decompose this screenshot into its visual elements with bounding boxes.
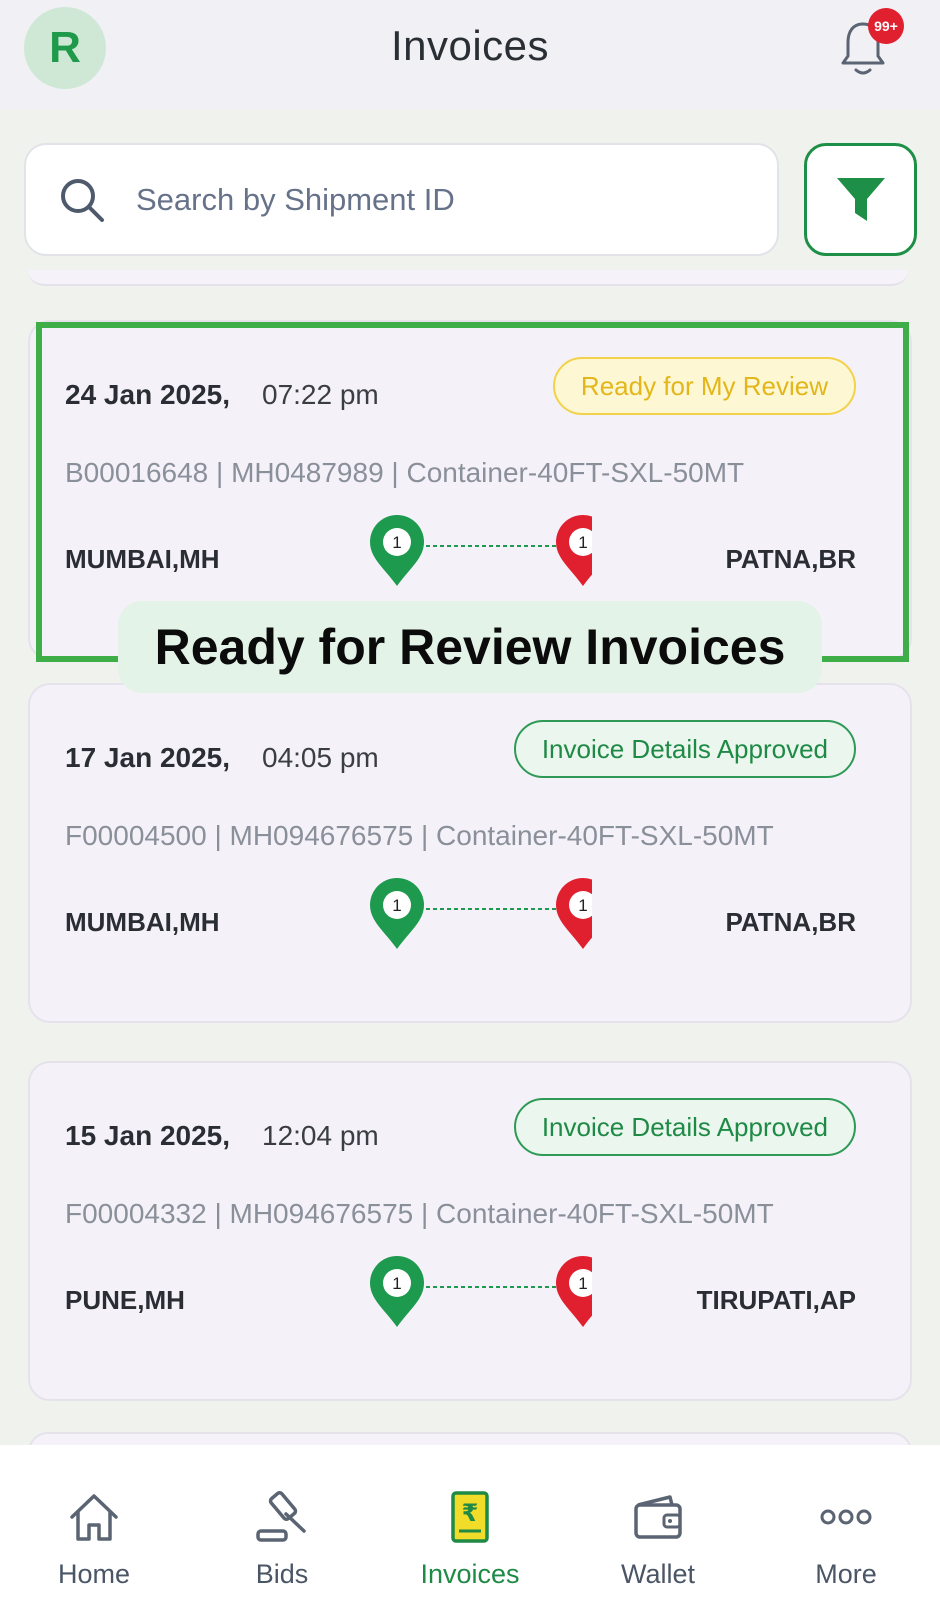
search-icon xyxy=(61,178,104,222)
invoice-time: 04:05 pm xyxy=(262,742,379,773)
filter-icon xyxy=(836,177,885,221)
invoice-date: 17 Jan 2025, xyxy=(65,742,231,773)
origin-pin-icon: 1 xyxy=(370,1256,424,1327)
status-badge: Invoice Details Approved xyxy=(513,720,856,778)
more-icon xyxy=(820,1509,872,1525)
svg-text:1: 1 xyxy=(578,533,587,552)
page-title: Invoices xyxy=(390,22,550,69)
invoice-meta: F00004500 | MH094676575 | Container-40FT… xyxy=(65,820,774,851)
nav-label: Invoices xyxy=(420,1559,520,1589)
svg-text:1: 1 xyxy=(392,1274,401,1293)
origin-city: PUNE,MH xyxy=(65,1285,185,1315)
svg-text:1: 1 xyxy=(578,896,587,915)
invoice-meta: F00004332 | MH094676575 | Container-40FT… xyxy=(65,1198,774,1229)
status-badge: Ready for My Review xyxy=(552,357,856,415)
destination-city: PATNA,BR xyxy=(725,907,856,937)
nav-item-wallet[interactable]: Wallet xyxy=(564,1445,752,1600)
svg-text:₹: ₹ xyxy=(462,1499,479,1527)
destination-pin-icon: 1 xyxy=(556,1256,592,1327)
search-input[interactable]: Search by Shipment ID xyxy=(24,143,779,256)
notification-badge: 99+ xyxy=(868,8,904,44)
nav-item-bids[interactable]: Bids xyxy=(188,1445,376,1600)
invoice-date: 24 Jan 2025, xyxy=(65,379,231,410)
gavel-icon xyxy=(256,1491,306,1542)
origin-city: MUMBAI,MH xyxy=(65,544,220,574)
invoice-card[interactable]: 17 Jan 2025, 04:05 pm Invoice Details Ap… xyxy=(28,683,912,1023)
card-peek-top xyxy=(28,270,908,286)
route-graphic: 1 1 xyxy=(370,878,592,949)
svg-text:1: 1 xyxy=(578,1274,587,1293)
invoice-time: 12:04 pm xyxy=(262,1120,379,1151)
filter-button[interactable] xyxy=(804,143,917,256)
nav-item-home[interactable]: Home xyxy=(0,1445,188,1600)
invoice-time: 07:22 pm xyxy=(262,379,379,410)
route-graphic: 1 1 xyxy=(370,515,592,586)
home-icon xyxy=(70,1494,118,1541)
nav-item-more[interactable]: More xyxy=(752,1445,940,1600)
destination-city: TIRUPATI,AP xyxy=(696,1285,856,1315)
route-graphic: 1 1 xyxy=(370,1256,592,1327)
svg-text:1: 1 xyxy=(392,533,401,552)
status-badge: Invoice Details Approved xyxy=(513,1098,856,1156)
invoice-icon: ₹ xyxy=(451,1491,489,1543)
destination-pin-icon: 1 xyxy=(556,878,592,949)
origin-city: MUMBAI,MH xyxy=(65,907,220,937)
wallet-icon xyxy=(634,1495,682,1539)
invoice-meta: B00016648 | MH0487989 | Container-40FT-S… xyxy=(65,457,745,488)
nav-label: More xyxy=(815,1559,877,1589)
nav-label: Home xyxy=(57,1559,131,1589)
svg-text:1: 1 xyxy=(392,896,401,915)
destination-city: PATNA,BR xyxy=(725,544,856,574)
origin-pin-icon: 1 xyxy=(370,878,424,949)
nav-label: Bids xyxy=(255,1559,309,1589)
invoice-card[interactable]: 15 Jan 2025, 12:04 pm Invoice Details Ap… xyxy=(28,1061,912,1401)
bottom-nav: Home Bids ₹ Invoices Wallet More xyxy=(0,1445,940,1600)
nav-label: Wallet xyxy=(620,1559,695,1589)
destination-pin-icon: 1 xyxy=(556,515,592,586)
search-placeholder: Search by Shipment ID xyxy=(136,181,455,217)
callout-label: Ready for Review Invoices xyxy=(118,601,822,693)
nav-item-invoices[interactable]: ₹ Invoices xyxy=(376,1445,564,1600)
invoice-date: 15 Jan 2025, xyxy=(65,1120,231,1151)
app-header: R Invoices 99+ xyxy=(0,0,940,110)
origin-pin-icon: 1 xyxy=(370,515,424,586)
